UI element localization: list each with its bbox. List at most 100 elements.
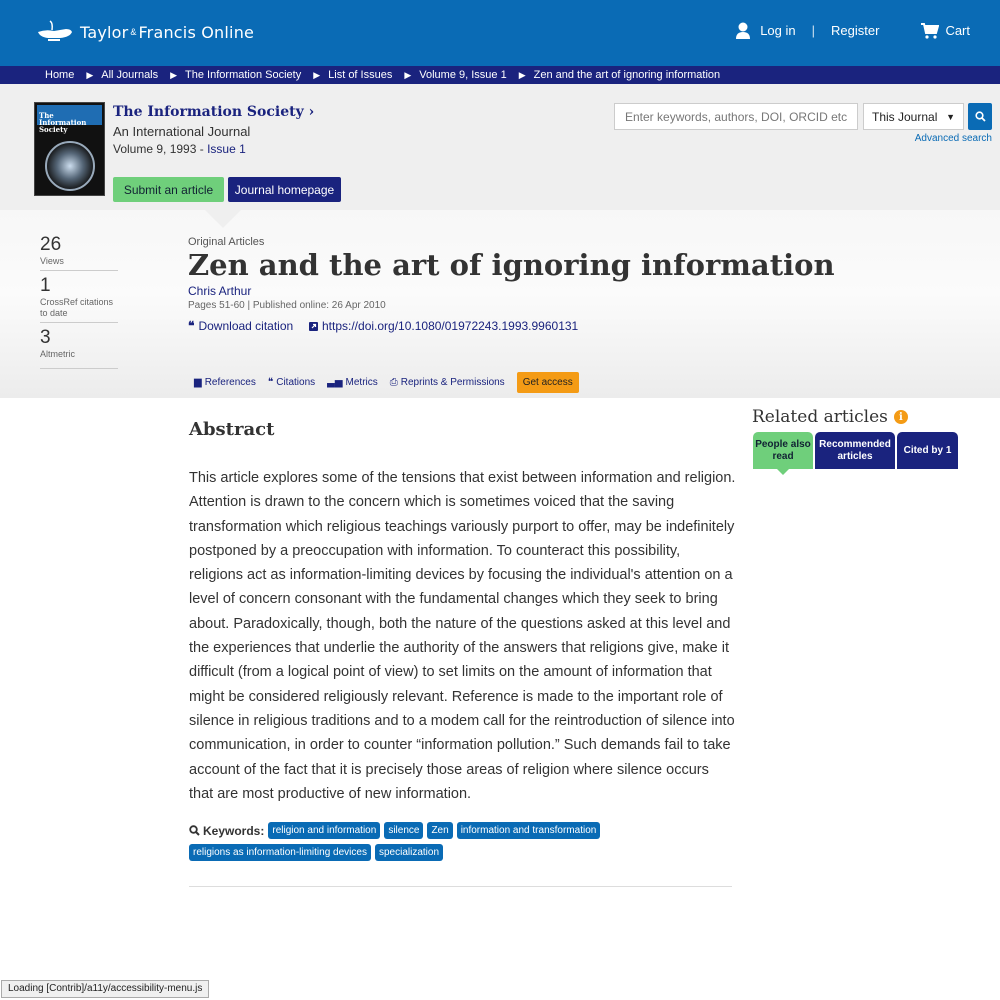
tab-people-also-read[interactable]: People also read <box>753 432 813 475</box>
journal-subtitle: An International Journal <box>113 124 251 139</box>
quote-icon: ❝ <box>267 377 274 388</box>
related-tabs: People also read Recommended articles Ci… <box>753 432 958 475</box>
chevron-down-icon: ▼ <box>946 111 955 122</box>
journal-title[interactable]: The Information Society › <box>113 104 314 120</box>
journal-cover-image[interactable]: The Information Society <box>34 102 105 196</box>
quote-icon: ❝ <box>188 319 195 333</box>
keyword-tag[interactable]: information and transformation <box>456 822 601 839</box>
breadcrumb-arrow-icon: ▶ <box>313 69 321 80</box>
breadcrumb-arrow-icon: ▶ <box>86 69 94 80</box>
logo-text-taylor: Taylor <box>80 22 129 42</box>
keywords-label: Keywords: <box>189 824 264 838</box>
breadcrumb: Home ▶ All Journals ▶ The Information So… <box>0 66 1000 84</box>
author-link[interactable]: Chris Arthur <box>188 284 251 298</box>
keyword-tag[interactable]: religions as information-limiting device… <box>189 844 371 861</box>
banner-notch <box>205 210 241 228</box>
tab-citations-label: Citations <box>276 377 316 388</box>
metric-views: 26 Views <box>40 234 118 271</box>
get-access-button[interactable]: Get access <box>516 372 579 393</box>
keywords: Keywords: religion and information silen… <box>189 822 737 861</box>
search-scope-select[interactable]: This Journal ▼ <box>863 103 964 130</box>
breadcrumb-arrow-icon: ▶ <box>518 69 526 80</box>
article-title: Zen and the art of ignoring information <box>188 248 835 282</box>
keywords-label-text: Keywords: <box>203 823 265 838</box>
search-icon <box>974 111 986 122</box>
article-metrics: 26 Views 1 CrossRef citations to date 3 … <box>40 234 118 373</box>
download-citation-label: Download citation <box>198 319 294 333</box>
search-scope-value: This Journal <box>872 109 938 124</box>
lamp-logo-icon <box>38 20 72 41</box>
doi-url: https://doi.org/10.1080/01972243.1993.99… <box>322 319 579 333</box>
user-icon <box>736 22 751 39</box>
site-header: Taylor & Francis Online Log in | Registe… <box>0 0 1000 66</box>
logo-ampersand: & <box>130 27 137 37</box>
tab-citations[interactable]: ❝ Citations <box>268 377 315 388</box>
tab-references[interactable]: ▆ References <box>194 377 256 388</box>
login-link[interactable]: Log in <box>760 23 795 38</box>
site-logo[interactable]: Taylor & Francis Online <box>36 20 254 44</box>
tab-metrics-label: Metrics <box>345 377 378 388</box>
doi-link[interactable]: https://doi.org/10.1080/01972243.1993.99… <box>309 319 578 333</box>
advanced-search-link[interactable]: Advanced search <box>915 133 992 144</box>
breadcrumb-journal[interactable]: The Information Society <box>185 69 301 81</box>
search-input[interactable] <box>614 103 858 130</box>
tab-metrics[interactable]: ▃▅ Metrics <box>327 377 378 388</box>
related-articles-title: Related articles <box>752 407 888 427</box>
breadcrumb-list-of-issues[interactable]: List of Issues <box>328 69 392 81</box>
breadcrumb-all-journals[interactable]: All Journals <box>101 69 158 81</box>
article-tabs: ▆ References ❝ Citations ▃▅ Metrics ⎙ Reprin… <box>194 372 591 393</box>
keyword-tag[interactable]: silence <box>384 822 424 839</box>
info-icon[interactable]: i <box>893 410 908 424</box>
chevron-right-icon: › <box>308 104 315 120</box>
metric-crossref-value: 1 <box>40 275 51 296</box>
metric-crossref-label: CrossRef citations to date <box>40 297 114 318</box>
related-articles-heading: Related articles i <box>752 407 908 427</box>
external-link-icon <box>309 321 318 331</box>
metric-altmetric-value: 3 <box>40 327 51 348</box>
issue-link[interactable]: Issue 1 <box>207 142 246 156</box>
tab-references-label: References <box>204 377 256 388</box>
header-divider: | <box>811 23 816 38</box>
cart-link[interactable]: Cart <box>945 23 970 38</box>
download-citation-link[interactable]: ❝ Download citation <box>188 319 293 333</box>
header-actions: Log in | Register Cart <box>736 22 970 39</box>
breadcrumb-current-article: Zen and the art of ignoring information <box>533 69 721 81</box>
cover-artwork <box>45 141 95 191</box>
article-header-band <box>0 210 1000 398</box>
tab-reprints[interactable]: ⎙ Reprints & Permissions <box>390 377 505 388</box>
bar-chart-icon: ▃▅ <box>327 377 343 388</box>
cover-title: The Information Society <box>37 105 102 133</box>
breadcrumb-arrow-icon: ▶ <box>170 69 178 80</box>
journal-homepage-button[interactable]: Journal homepage <box>228 177 341 202</box>
breadcrumb-arrow-icon: ▶ <box>404 69 412 80</box>
search-button[interactable] <box>968 103 992 130</box>
breadcrumb-issue[interactable]: Volume 9, Issue 1 <box>419 69 506 81</box>
metric-altmetric: 3 Altmetric <box>40 327 118 369</box>
journal-volume: Volume 9, 1993 - Issue 1 <box>113 142 246 156</box>
logo-text-francis: Francis Online <box>138 22 255 42</box>
keyword-tag[interactable]: specialization <box>374 844 444 861</box>
volume-text: Volume 9, 1993 - <box>113 142 208 156</box>
submit-article-button[interactable]: Submit an article <box>113 177 224 202</box>
search-icon <box>189 825 200 836</box>
publication-info: Pages 51-60 | Published online: 26 Apr 2… <box>188 300 386 311</box>
abstract-heading: Abstract <box>189 419 275 440</box>
keyword-tag[interactable]: religion and information <box>268 822 381 839</box>
metric-crossref: 1 CrossRef citations to date <box>40 275 118 323</box>
keyword-tag[interactable]: Zen <box>427 822 453 839</box>
breadcrumb-home[interactable]: Home <box>45 69 74 81</box>
cart-icon[interactable] <box>921 22 940 39</box>
abstract-text: This article explores some of the tensio… <box>189 470 736 802</box>
tab-reprints-label: Reprints & Permissions <box>400 377 505 388</box>
article-category: Original Articles <box>188 236 265 248</box>
tab-cited-by[interactable]: Cited by 1 <box>897 432 958 469</box>
metric-views-value: 26 <box>40 234 62 255</box>
tab-recommended-articles[interactable]: Recommended articles <box>815 432 895 469</box>
register-link[interactable]: Register <box>831 23 879 38</box>
journal-title-text[interactable]: The Information Society <box>113 104 304 120</box>
book-icon: ▆ <box>194 377 202 388</box>
print-icon: ⎙ <box>389 377 398 388</box>
divider <box>189 886 732 887</box>
status-bar: Loading [Contrib]/a11y/accessibility-men… <box>1 980 210 998</box>
metric-altmetric-label: Altmetric <box>40 349 76 359</box>
